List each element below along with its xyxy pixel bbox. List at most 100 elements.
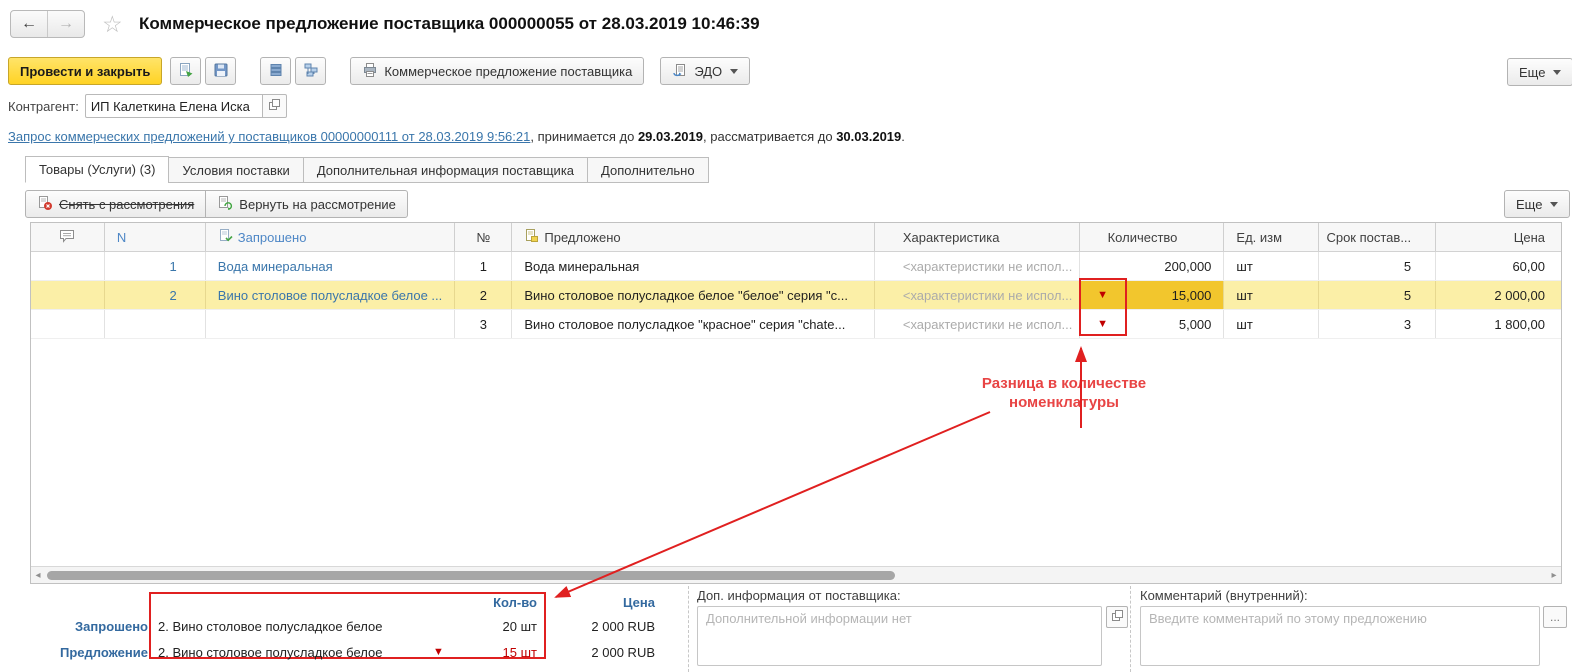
remove-from-review-button[interactable]: Снять с рассмотрения xyxy=(25,190,207,218)
open-window-icon xyxy=(268,98,281,114)
cell-requested: Вино столовое полусладкое белое ... xyxy=(206,281,456,309)
cell-term: 3 xyxy=(1319,310,1437,338)
table-row[interactable]: 1 Вода минеральная 1 Вода минеральная <х… xyxy=(31,252,1561,281)
cell-n xyxy=(105,310,206,338)
printer-icon xyxy=(362,62,378,81)
column-header-n[interactable]: N xyxy=(105,223,206,251)
tab-supplier-additional-info[interactable]: Дополнительная информация поставщика xyxy=(302,157,589,183)
cell-offered: Вода минеральная xyxy=(512,252,875,280)
cell-num: 1 xyxy=(455,252,513,280)
column-header-unit[interactable]: Ед. изм xyxy=(1224,223,1320,251)
column-header-requested-label: Запрошено xyxy=(237,229,307,245)
more-button-top[interactable]: Еще xyxy=(1507,58,1572,86)
document-window: ← → ☆ Коммерческое предложение поставщик… xyxy=(0,0,1572,672)
dropdown-caret-icon xyxy=(730,68,739,74)
review-prefix: , рассматривается до xyxy=(703,129,837,144)
post-and-close-button[interactable]: Провести и закрыть xyxy=(8,57,163,85)
table-command-bar: Снять с рассмотрения Вернуть на рассмотр… xyxy=(25,190,408,218)
column-header-requested[interactable]: Запрошено xyxy=(206,223,456,251)
comment-icon xyxy=(59,229,75,246)
cell-term: 5 xyxy=(1319,281,1437,309)
scroll-right-icon[interactable]: ▸ xyxy=(1547,570,1561,581)
more-button-table[interactable]: Еще xyxy=(1504,190,1571,218)
return-to-review-label: Вернуть на рассмотрение xyxy=(239,196,396,212)
cell-term: 5 xyxy=(1319,252,1437,280)
cell-price: 2 000,00 xyxy=(1494,287,1545,303)
supplier-info-label: Доп. информация от поставщика: xyxy=(697,588,901,603)
items-table: N Запрошено № Предложено Характеристика … xyxy=(30,222,1562,584)
edo-label: ЭДО xyxy=(694,63,723,79)
contragent-input[interactable] xyxy=(84,94,263,118)
scrollbar-thumb[interactable] xyxy=(47,570,895,580)
favorite-star-icon[interactable]: ☆ xyxy=(102,11,123,38)
cell-requested xyxy=(206,310,456,338)
contragent-row: Контрагент: xyxy=(8,94,287,118)
cell-price: 60,00 xyxy=(1512,258,1545,274)
table-row[interactable]: 3 Вино столовое полусладкое "красное" се… xyxy=(31,310,1561,339)
request-info-line: Запрос коммерческих предложений у постав… xyxy=(8,129,905,144)
main-toolbar: Провести и закрыть Коммерческое предложе… xyxy=(8,57,1564,85)
post-document-button[interactable] xyxy=(170,57,202,85)
register-records-button[interactable] xyxy=(260,57,292,85)
summary-requested-item: 2. Вино столовое полусладкое белое xyxy=(158,619,383,634)
tab-additional[interactable]: Дополнительно xyxy=(587,157,709,183)
open-supplier-info-button[interactable] xyxy=(1106,606,1128,628)
cell-unit: шт xyxy=(1224,252,1320,280)
qty-decrease-icon: ▼ xyxy=(1097,317,1109,330)
cell-unit: шт xyxy=(1224,310,1320,338)
qty-decrease-icon: ▼ xyxy=(1097,288,1109,301)
supplier-info-textarea[interactable] xyxy=(697,606,1102,666)
summary-price-header: Цена xyxy=(623,595,655,610)
table-header-row: N Запрошено № Предложено Характеристика … xyxy=(31,223,1561,252)
summary-offer-label: Предложение xyxy=(60,645,148,660)
comment-more-button[interactable]: ... xyxy=(1543,606,1567,628)
summary-offer-price: 2 000 RUB xyxy=(591,645,655,660)
column-header-characteristic[interactable]: Характеристика xyxy=(875,223,1080,251)
related-documents-button[interactable] xyxy=(295,57,327,85)
internal-comment-label: Комментарий (внутренний): xyxy=(1140,588,1308,603)
panel-separator xyxy=(688,586,689,672)
cell-qty: 5,000 xyxy=(1178,316,1212,332)
scroll-left-icon[interactable]: ◂ xyxy=(31,570,45,581)
more-label: Еще xyxy=(1519,64,1546,80)
summary-offer-item: 2. Вино столовое полусладкое белое xyxy=(158,645,383,660)
tab-delivery-terms[interactable]: Условия поставки xyxy=(168,157,304,183)
column-header-qty[interactable]: Количество xyxy=(1080,223,1225,251)
column-header-offered[interactable]: Предложено xyxy=(512,223,875,251)
summary-requested-qty: 20 шт xyxy=(502,619,537,634)
accept-prefix: , принимается до xyxy=(530,129,638,144)
horizontal-scrollbar[interactable]: ◂ ▸ xyxy=(31,566,1561,583)
requested-doc-icon xyxy=(218,228,233,246)
cell-qty: 200,000 xyxy=(1164,258,1212,274)
review-date: 30.03.2019 xyxy=(836,129,902,144)
cell-n: 2 xyxy=(105,281,206,309)
dot: . xyxy=(901,129,905,144)
save-button[interactable] xyxy=(205,57,237,85)
related-documents-icon xyxy=(303,62,319,81)
cell-unit: шт xyxy=(1224,281,1320,309)
return-to-review-button[interactable]: Вернуть на рассмотрение xyxy=(205,190,408,218)
edo-button[interactable]: ЭДО xyxy=(660,57,751,85)
column-header-num[interactable]: № xyxy=(455,223,513,251)
cell-offered: Вино столовое полусладкое "красное" сери… xyxy=(512,310,875,338)
forward-button[interactable]: → xyxy=(48,11,84,37)
summary-offer-qty: 15 шт xyxy=(502,645,537,660)
back-button[interactable]: ← xyxy=(11,11,48,37)
print-offer-button[interactable]: Коммерческое предложение поставщика xyxy=(350,57,645,85)
table-row-selected[interactable]: 2 Вино столовое полусладкое белое ... 2 … xyxy=(31,281,1561,310)
tab-goods-services[interactable]: Товары (Услуги) (3) xyxy=(25,156,170,183)
column-header-term[interactable]: Срок постав... xyxy=(1319,223,1437,251)
request-link[interactable]: Запрос коммерческих предложений у постав… xyxy=(8,129,530,144)
comment-column-header[interactable] xyxy=(31,223,105,251)
cell-price: 1 800,00 xyxy=(1494,316,1545,332)
open-contragent-button[interactable] xyxy=(262,94,287,118)
qty-decrease-icon: ▼ xyxy=(433,646,444,658)
column-header-price[interactable]: Цена xyxy=(1436,223,1561,251)
cell-num: 3 xyxy=(455,310,513,338)
panel-separator xyxy=(1130,586,1131,672)
remove-from-review-label: Снять с рассмотрения xyxy=(59,196,195,212)
open-window-icon xyxy=(1111,609,1123,625)
cell-requested: Вода минеральная xyxy=(206,252,456,280)
cell-characteristic: <характеристики не испол... xyxy=(875,281,1080,309)
internal-comment-textarea[interactable] xyxy=(1140,606,1540,666)
